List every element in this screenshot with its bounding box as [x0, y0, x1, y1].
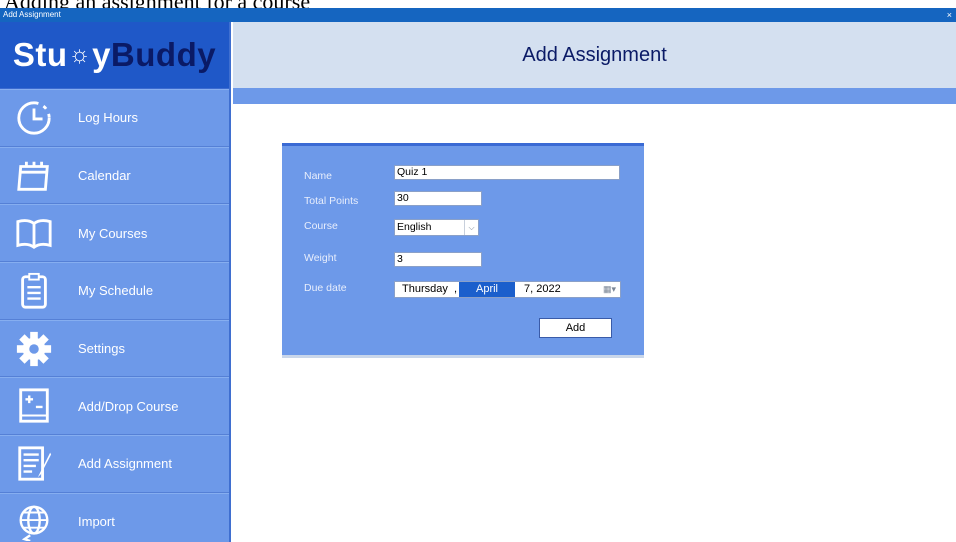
window-title: Add Assignment — [3, 10, 61, 19]
name-field[interactable]: Quiz 1 — [394, 165, 620, 180]
sidebar-item-label: My Courses — [78, 225, 148, 241]
sidebar-item-my-schedule[interactable]: My Schedule — [0, 262, 229, 320]
window-titlebar: Add Assignment × — [0, 8, 956, 22]
page-title: Add Assignment — [522, 43, 667, 66]
clipboard-icon — [12, 269, 56, 313]
gear-icon — [12, 327, 56, 371]
due-date-month[interactable]: April — [459, 282, 515, 297]
assignment-form: Name Quiz 1 Total Points 30 Course Engli… — [282, 143, 644, 358]
sidebar-item-add-drop-course[interactable]: Add/Drop Course — [0, 377, 229, 436]
calendar-icon — [12, 154, 56, 198]
sidebar-item-label: Add Assignment — [78, 456, 172, 472]
course-select[interactable]: English ⌵ — [394, 219, 479, 236]
total-points-field[interactable]: 30 — [394, 191, 482, 206]
book-icon — [12, 211, 56, 255]
lightbulb-icon: ☼ — [68, 41, 92, 68]
app-logo: Stu ☼ y Buddy — [0, 22, 229, 89]
plus-minus-icon — [12, 384, 56, 428]
total-points-label: Total Points — [304, 195, 359, 207]
sidebar-item-settings[interactable]: Settings — [0, 319, 229, 378]
sidebar-item-label: Calendar — [78, 168, 131, 184]
add-button[interactable]: Add — [539, 318, 612, 338]
figure-caption: Adding an assignment for a course — [0, 0, 956, 8]
sidebar: Stu ☼ y Buddy Log Hours Calendar My Courses… — [0, 22, 231, 542]
clock-icon — [12, 96, 56, 140]
document-pen-icon — [12, 442, 56, 486]
sidebar-item-log-hours[interactable]: Log Hours — [0, 89, 229, 147]
weight-label: Weight — [304, 252, 337, 264]
due-date-picker[interactable]: Thursday , April 7, 2022 ▦▾ — [394, 281, 621, 298]
header-divider-bar — [233, 88, 956, 104]
sidebar-item-calendar[interactable]: Calendar — [0, 146, 229, 205]
sidebar-item-my-courses[interactable]: My Courses — [0, 204, 229, 263]
chevron-down-icon: ⌵ — [464, 220, 478, 235]
sidebar-item-label: My Schedule — [78, 283, 154, 299]
sidebar-item-import[interactable]: Import — [0, 492, 229, 542]
calendar-dropdown-icon[interactable]: ▦▾ — [603, 282, 616, 297]
due-date-label: Due date — [304, 282, 347, 294]
course-select-value: English — [397, 221, 432, 233]
sidebar-item-label: Settings — [78, 341, 125, 357]
sidebar-item-label: Log Hours — [78, 110, 138, 126]
sidebar-item-add-assignment[interactable]: Add Assignment — [0, 435, 229, 493]
weight-field[interactable]: 3 — [394, 252, 482, 267]
page-header: Add Assignment — [233, 22, 956, 88]
name-label: Name — [304, 170, 333, 182]
globe-import-icon — [12, 500, 56, 542]
due-date-day-of-week[interactable]: Thursday — [402, 282, 448, 297]
sidebar-item-label: Add/Drop Course — [78, 398, 179, 414]
sidebar-item-label: Import — [78, 514, 115, 530]
due-date-day-year[interactable]: 7, 2022 — [524, 282, 561, 297]
close-icon[interactable]: × — [947, 8, 952, 22]
course-label: Course — [304, 220, 338, 232]
